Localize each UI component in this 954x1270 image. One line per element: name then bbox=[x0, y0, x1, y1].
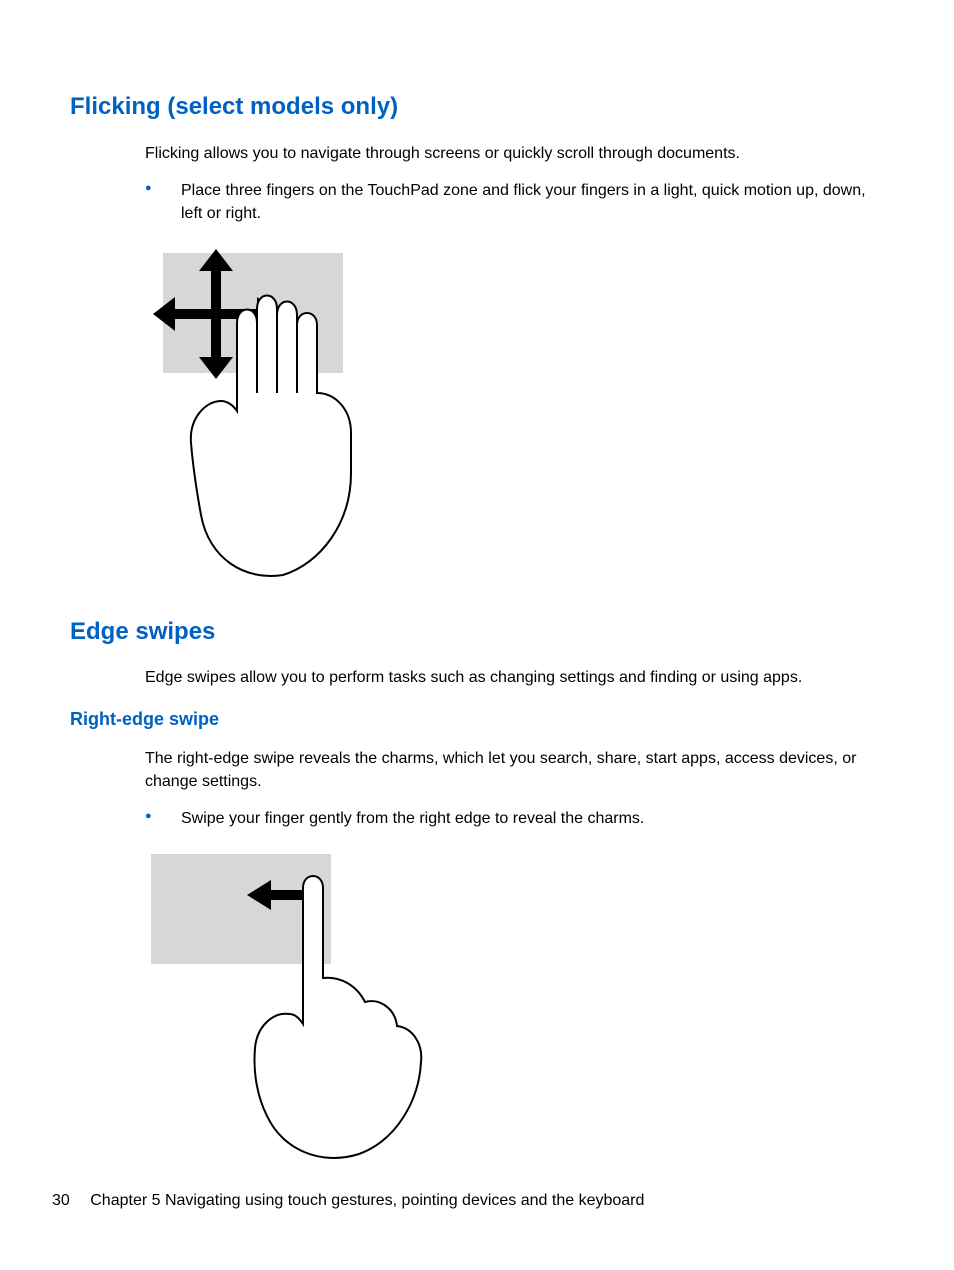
heading-edge-swipes: Edge swipes bbox=[70, 615, 884, 649]
bullet-right-edge-1: Swipe your finger gently from the right … bbox=[145, 807, 874, 830]
intro-edge-swipes: Edge swipes allow you to perform tasks s… bbox=[145, 666, 874, 689]
flicking-hand-icon bbox=[145, 243, 405, 583]
intro-flicking: Flicking allows you to navigate through … bbox=[145, 142, 874, 165]
intro-right-edge-swipe: The right-edge swipe reveals the charms,… bbox=[145, 747, 874, 793]
bullet-flicking-1: Place three fingers on the TouchPad zone… bbox=[145, 179, 874, 225]
right-edge-swipe-icon bbox=[145, 848, 445, 1168]
figure-flicking bbox=[145, 243, 884, 590]
bullet-list-right-edge: Swipe your finger gently from the right … bbox=[145, 807, 874, 830]
page-number: 30 bbox=[52, 1190, 70, 1212]
page-footer: 30 Chapter 5 Navigating using touch gest… bbox=[52, 1190, 644, 1212]
bullet-list-flicking: Place three fingers on the TouchPad zone… bbox=[145, 179, 874, 225]
heading-right-edge-swipe: Right-edge swipe bbox=[70, 707, 884, 732]
page-body: Flicking (select models only) Flicking a… bbox=[0, 0, 954, 1175]
figure-right-edge bbox=[145, 848, 884, 1175]
heading-flicking: Flicking (select models only) bbox=[70, 90, 884, 124]
chapter-label: Chapter 5 Navigating using touch gesture… bbox=[90, 1192, 644, 1209]
